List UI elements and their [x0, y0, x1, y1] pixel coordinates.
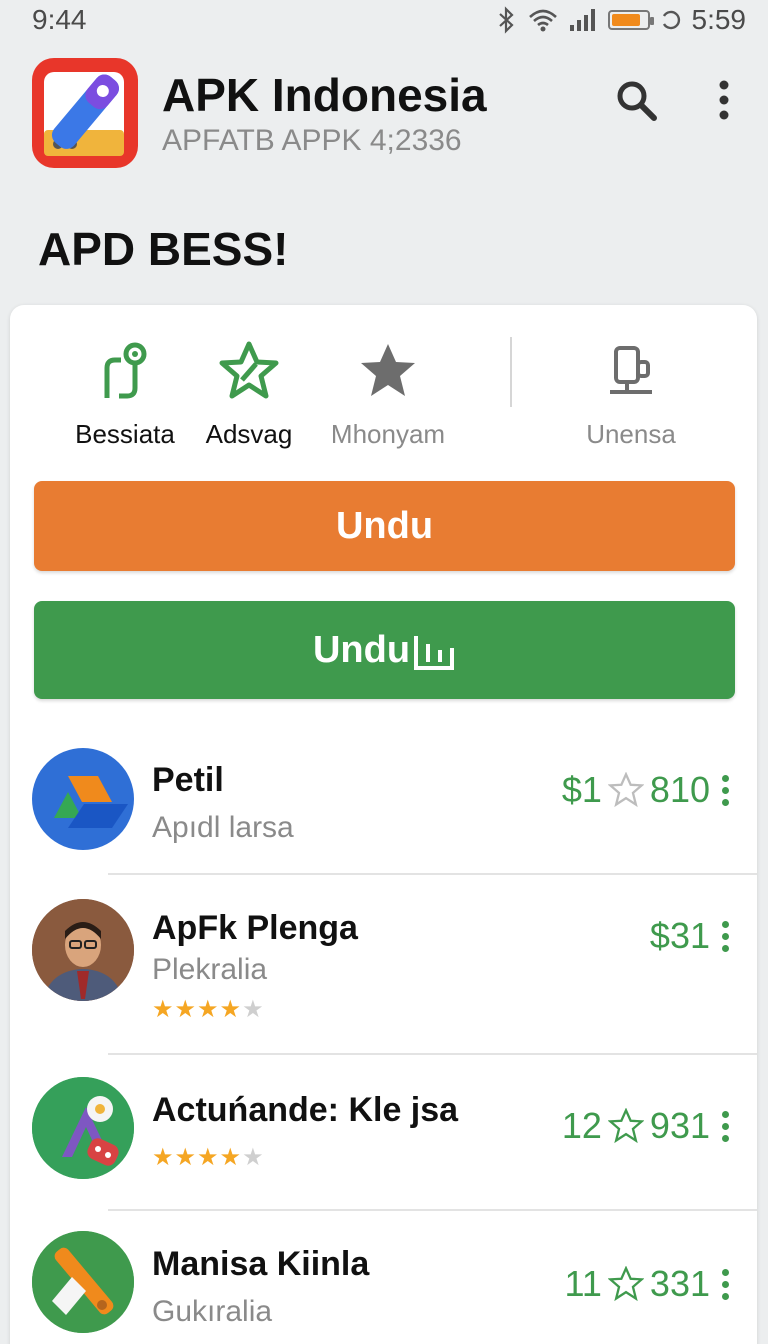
download-secondary-button[interactable]: Undu: [34, 601, 735, 699]
quick-action-mhonyam[interactable]: Mhonyam: [313, 335, 463, 450]
status-icons: 5:59: [496, 4, 747, 36]
tools-logo-icon: [32, 1231, 134, 1333]
list-item-meta: $31: [650, 915, 729, 957]
content-card: Bessiata Adsvag Mhonyam Unensa Undu Undu…: [10, 305, 757, 1344]
star-icon: [361, 344, 415, 396]
search-icon: [617, 81, 657, 121]
maps-logo-icon: [32, 1077, 134, 1179]
list-item-price: $1: [561, 769, 602, 810]
more-vert-icon[interactable]: [722, 920, 729, 952]
search-button[interactable]: [608, 72, 664, 128]
rating-stars: ★★★★★: [152, 995, 265, 1024]
quick-action-label: Unensa: [586, 419, 676, 449]
person-avatar: [32, 899, 134, 1001]
more-vert-icon[interactable]: [722, 774, 729, 806]
drive-logo-icon: [32, 748, 134, 850]
list-item-count: 931: [649, 1105, 710, 1146]
download-button[interactable]: Undu: [34, 481, 735, 571]
quick-action-adsvag[interactable]: Adsvag: [174, 335, 324, 450]
rating-star-icon: ★: [197, 996, 220, 1023]
wifi-icon: [528, 9, 557, 32]
list-item[interactable]: ApFk Plenga Plekralia ★★★★★ $31: [10, 877, 757, 1055]
list-item[interactable]: Actuńande: Kle jsa ★★★★★ 12 931: [10, 1057, 757, 1211]
download-secondary-label: Undu: [312, 628, 411, 671]
more-vert-icon[interactable]: [722, 1268, 729, 1300]
status-bar: 9:44 5:59: [0, 0, 768, 40]
rating-stars: ★★★★★: [152, 1143, 265, 1172]
list-item-title: Actuńande: Kle jsa: [152, 1091, 459, 1129]
list-item-subtitle: Apıdl larsa: [152, 811, 294, 844]
star-outline-icon: [607, 1266, 644, 1302]
battery-icon: [607, 10, 654, 30]
list-item-meta: 12 931: [562, 1105, 729, 1147]
star-outline-icon: [607, 1108, 644, 1144]
star-outline-icon: [607, 772, 644, 808]
row-divider: [108, 1209, 757, 1211]
toolbox-app-icon[interactable]: [32, 58, 138, 168]
more-vert-icon[interactable]: [722, 1110, 729, 1142]
bluetooth-icon: [498, 6, 514, 34]
list-item-title: ApFk Plenga: [152, 909, 358, 947]
rating-star-icon: ★: [242, 996, 265, 1023]
list-item[interactable]: Manisa Kiinla Gukıralia 11 331: [10, 1213, 757, 1344]
git-branch-icon: [104, 342, 147, 399]
rating-star-icon: ★: [219, 996, 243, 1023]
list-item-meta: $1 810: [562, 769, 729, 811]
list-item-count: 331: [649, 1263, 710, 1304]
rating-star-icon: ★: [152, 996, 175, 1023]
rating-star-icon: ★: [174, 996, 198, 1023]
list-item-title: Manisa Kiinla: [152, 1245, 370, 1283]
list-item[interactable]: Petil Apıdl larsa $1 810: [10, 725, 757, 875]
list-item-meta: 11 331: [565, 1263, 729, 1305]
section-title: APD BESS!: [38, 223, 289, 275]
quick-action-label: Mhonyam: [330, 419, 446, 449]
signal-icon: [569, 9, 595, 31]
list-item-subtitle: Plekralia: [152, 953, 268, 986]
quick-action-label: Adsvag: [205, 419, 293, 449]
sync-icon: [662, 10, 680, 30]
row-divider: [108, 873, 757, 875]
rating-star-icon: ★: [174, 1144, 198, 1171]
list-item-title: Petil: [152, 761, 224, 799]
rating-star-icon: ★: [152, 1144, 175, 1171]
status-time-right: 5:59: [691, 4, 747, 35]
row-divider: [108, 1053, 757, 1055]
bar-chart-icon: [414, 636, 455, 670]
rating-star-icon: ★: [219, 1144, 243, 1171]
list-item-subtitle: Gukıralia: [152, 1295, 273, 1328]
list-item-price: 11: [564, 1263, 602, 1304]
list-item-price: $31: [649, 915, 710, 956]
battery-level: [611, 14, 641, 26]
status-time-left: 9:44: [32, 4, 87, 35]
list-item-price: 12: [561, 1105, 602, 1146]
app-title: APK Indonesia: [162, 69, 487, 121]
rating-star-icon: ★: [242, 1144, 265, 1171]
star-sparkle-icon: [219, 341, 279, 399]
rating-star-icon: ★: [197, 1144, 220, 1171]
overflow-menu-button[interactable]: [696, 72, 752, 128]
device-icon: [610, 346, 652, 394]
app-subtitle: APFATB APPK 4;2336: [162, 124, 462, 157]
more-vert-icon: [719, 80, 729, 120]
app-bar: APK Indonesia APFATB APPK 4;2336: [0, 52, 768, 172]
quick-actions-divider: [510, 337, 512, 407]
list-item-count: 810: [649, 769, 710, 810]
quick-action-unensa[interactable]: Unensa: [556, 335, 706, 450]
